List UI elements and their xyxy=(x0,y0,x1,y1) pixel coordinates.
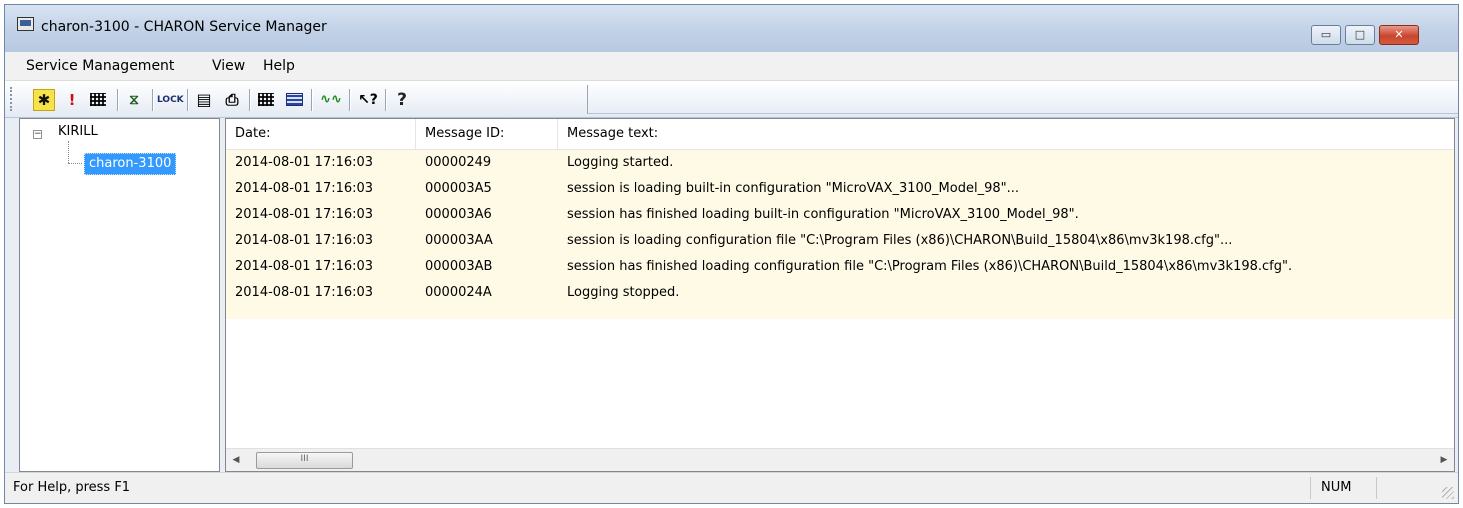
resize-grip-icon[interactable] xyxy=(1442,487,1454,499)
waveform-icon[interactable]: ∿∿ xyxy=(318,89,344,111)
cell-message-text: Logging stopped. xyxy=(567,285,680,300)
maximize-button[interactable]: □ xyxy=(1345,25,1375,45)
status-bar: For Help, press F1 NUM xyxy=(5,472,1458,503)
cell-date: 2014-08-01 17:16:03 xyxy=(235,259,374,274)
printer-icon[interactable]: ⎙ xyxy=(221,89,243,111)
status-panel-empty xyxy=(1376,477,1442,499)
grid-icon[interactable] xyxy=(87,89,109,111)
cell-message-id: 00000249 xyxy=(425,155,492,170)
toolbar-grip[interactable] xyxy=(10,87,15,111)
main-window: charon-3100 - CHARON Service Manager ▭ □… xyxy=(4,4,1459,504)
table-row[interactable]: 2014-08-01 17:16:03 000003A5 session is … xyxy=(226,176,1454,202)
minimize-button[interactable]: ▭ xyxy=(1311,25,1341,45)
toolbar-separator xyxy=(311,89,312,111)
pointer-help-icon[interactable]: ↖? xyxy=(355,89,381,111)
column-header-date[interactable]: Date: xyxy=(226,119,416,149)
cell-date: 2014-08-01 17:16:03 xyxy=(235,233,374,248)
tree-connector xyxy=(68,141,69,163)
cell-date: 2014-08-01 17:16:03 xyxy=(235,155,374,170)
cell-message-text: session has finished loading configurati… xyxy=(567,259,1293,274)
scroll-thumb[interactable]: III xyxy=(256,452,353,469)
cell-message-text: session is loading built-in configuratio… xyxy=(567,181,1020,196)
toolbar-separator xyxy=(117,89,118,111)
toolbar: ✱ ! ⧖ LOCK ▤ ⎙ ∿∿ ↖? ? xyxy=(5,81,1458,118)
table-icon[interactable] xyxy=(255,89,277,111)
cell-message-id: 000003A5 xyxy=(425,181,492,196)
toolbar-separator xyxy=(152,89,153,111)
cell-message-id: 0000024A xyxy=(425,285,492,300)
toolbar-empty-area xyxy=(587,85,1458,114)
lock-icon[interactable]: LOCK xyxy=(157,89,184,111)
hourglass-icon[interactable]: ⧖ xyxy=(123,89,145,111)
list-header: Date: Message ID: Message text: xyxy=(226,119,1454,150)
window-title: charon-3100 - CHARON Service Manager xyxy=(41,19,327,35)
title-bar[interactable]: charon-3100 - CHARON Service Manager ▭ □… xyxy=(5,5,1458,52)
clipboard-icon[interactable]: ▤ xyxy=(193,89,215,111)
table-row[interactable]: 2014-08-01 17:16:03 00000249 Logging sta… xyxy=(226,150,1454,176)
scroll-left-icon[interactable]: ◀ xyxy=(226,449,246,471)
column-header-message-text[interactable]: Message text: xyxy=(558,119,1438,149)
collapse-icon[interactable]: − xyxy=(33,130,42,139)
computer-icon xyxy=(17,17,34,31)
cell-message-text: session has finished loading built-in co… xyxy=(567,207,1079,222)
toolbar-separator xyxy=(187,89,188,111)
table-row[interactable]: 2014-08-01 17:16:03 000003AA session is … xyxy=(226,228,1454,254)
menu-help[interactable]: Help xyxy=(263,58,295,74)
toolbar-separator xyxy=(349,89,350,111)
cell-message-text: Logging started. xyxy=(567,155,674,170)
scroll-right-icon[interactable]: ▶ xyxy=(1434,449,1454,471)
table-row[interactable]: 2014-08-01 17:16:03 000003AB session has… xyxy=(226,254,1454,280)
service-tree: − KIRILL charon-3100 xyxy=(19,118,220,472)
toolbar-separator xyxy=(249,89,250,111)
cell-date: 2014-08-01 17:16:03 xyxy=(235,181,374,196)
log-rows: 2014-08-01 17:16:03 00000249 Logging sta… xyxy=(226,150,1454,319)
table-row[interactable]: 2014-08-01 17:16:03 000003A6 session has… xyxy=(226,202,1454,228)
menu-view[interactable]: View xyxy=(212,58,245,74)
cell-message-text: session is loading configuration file "C… xyxy=(567,233,1233,248)
status-text: For Help, press F1 xyxy=(13,480,131,495)
log-list: Date: Message ID: Message text: 2014-08-… xyxy=(225,118,1455,472)
cell-message-id: 000003A6 xyxy=(425,207,492,222)
menu-service-management[interactable]: Service Management xyxy=(26,58,174,74)
toolbar-separator xyxy=(385,89,386,111)
column-header-message-id[interactable]: Message ID: xyxy=(416,119,558,149)
cell-message-id: 000003AA xyxy=(425,233,493,248)
tree-root-node[interactable]: KIRILL xyxy=(58,124,98,139)
horizontal-scrollbar[interactable]: ◀ III ▶ xyxy=(226,448,1454,471)
tree-child-node[interactable]: charon-3100 xyxy=(84,153,177,175)
menu-bar: Service Management View Help xyxy=(5,52,1458,81)
cell-date: 2014-08-01 17:16:03 xyxy=(235,285,374,300)
table-row[interactable]: 2014-08-01 17:16:03 0000024A Logging sto… xyxy=(226,280,1454,306)
tree-connector xyxy=(68,163,82,164)
list-icon[interactable] xyxy=(283,89,305,111)
cell-date: 2014-08-01 17:16:03 xyxy=(235,207,374,222)
tools-icon[interactable]: ✱ xyxy=(33,89,55,111)
exclamation-icon[interactable]: ! xyxy=(61,89,83,111)
close-button[interactable]: ✕ xyxy=(1379,25,1419,45)
cell-message-id: 000003AB xyxy=(425,259,493,274)
help-icon[interactable]: ? xyxy=(391,89,413,111)
num-lock-indicator: NUM xyxy=(1310,477,1376,499)
